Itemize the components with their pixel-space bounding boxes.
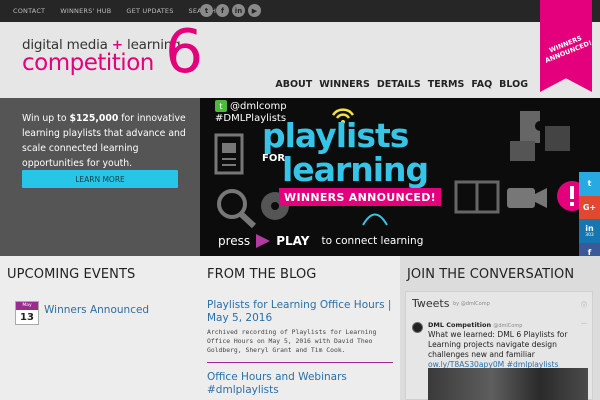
learn-more-button[interactable]: LEARN MORE <box>22 170 178 188</box>
twitter-icon[interactable]: t <box>579 172 600 196</box>
headphones-icon <box>362 213 388 226</box>
nav-terms[interactable]: TERMS <box>428 79 465 90</box>
avatar[interactable] <box>412 322 423 333</box>
top-nav-get-updates[interactable]: GET UPDATES <box>126 7 173 15</box>
main-nav: ABOUT WINNERS DETAILS TERMS FAQ BLOG <box>268 79 528 90</box>
nav-winners[interactable]: WINNERS <box>319 79 370 90</box>
puzzle-icon <box>510 111 570 161</box>
googleplus-icon[interactable]: G+ <box>579 195 600 220</box>
events-column: UPCOMING EVENTS May 13 Winners Announced <box>0 256 200 400</box>
conversation-heading: JOIN THE CONVERSATION <box>407 267 575 282</box>
top-bar: CONTACT WINNERS' HUB GET UPDATES SEARCH … <box>0 0 600 22</box>
linkedin-count: 303 <box>585 232 594 238</box>
video-camera-icon <box>507 188 547 208</box>
linkedin-icon[interactable]: in 303 <box>579 219 600 243</box>
tweets-label: Tweets <box>412 297 450 310</box>
divider <box>207 362 393 363</box>
side-gplus-glyph: G+ <box>582 202 597 212</box>
hero-description: Win up to $125,000 for innovative learni… <box>22 111 190 171</box>
book-icon <box>454 180 500 214</box>
tweet-author[interactable]: DML Competition @dmlComp <box>428 321 522 329</box>
tweet-photo[interactable] <box>428 368 588 400</box>
top-social-icons: t f in ▶ <box>200 4 261 17</box>
blog-post-excerpt: Archived recording of Playlists for Lear… <box>207 328 377 354</box>
calendar-month: May <box>16 302 38 310</box>
banner-connect-text: to connect learning <box>321 235 424 247</box>
banner-press-play: press PLAY to connect learning <box>218 234 423 248</box>
info-icon[interactable]: ⓘ <box>581 300 587 309</box>
logo-competition[interactable]: competition <box>22 50 154 76</box>
nav-about[interactable]: ABOUT <box>275 79 312 90</box>
youtube-icon[interactable]: ▶ <box>248 4 261 17</box>
facebook-icon[interactable]: f <box>216 4 229 17</box>
nav-faq[interactable]: FAQ <box>471 79 492 90</box>
banner-twitter-handle: t @dmlcomp <box>215 100 287 112</box>
magnifier-icon <box>217 189 257 229</box>
tweet-body: What we learned: DML 6 Playlists for Lea… <box>428 330 568 359</box>
blog-heading: FROM THE BLOG <box>207 267 317 282</box>
blog-post-title[interactable]: Playlists for Learning Office Hours | Ma… <box>207 299 395 325</box>
tweet-author-handle: @dmlComp <box>493 323 523 329</box>
more-icon[interactable]: ··· <box>581 321 587 328</box>
linkedin-icon[interactable]: in <box>232 4 245 17</box>
blog-column: FROM THE BLOG Playlists for Learning Off… <box>200 256 400 400</box>
hero-banner[interactable]: t @dmlcomp #DMLPlaylists playlists FOR l… <box>200 98 600 256</box>
hero-promo: Win up to $125,000 for innovative learni… <box>0 98 200 256</box>
top-nav-contact[interactable]: CONTACT <box>13 7 45 15</box>
tweets-by[interactable]: by @dmlComp <box>453 301 490 307</box>
logo-number[interactable]: 6 <box>165 22 203 82</box>
calendar-icon: May 13 <box>15 301 39 325</box>
top-nav-winners-hub[interactable]: WINNERS' HUB <box>60 7 111 15</box>
hero-prize-amount: $125,000 <box>69 113 119 124</box>
nav-blog[interactable]: BLOG <box>499 79 528 90</box>
document-icon <box>214 133 244 175</box>
twitter-icon: t <box>215 100 227 112</box>
banner-winners-announced: WINNERS ANNOUNCED! <box>279 188 441 206</box>
twitter-timeline[interactable]: Tweets by @dmlComp ⓘ DML Competition @dm… <box>405 291 593 400</box>
play-icon <box>256 234 271 248</box>
tweet-text: What we learned: DML 6 Playlists for Lea… <box>428 330 588 370</box>
twitter-icon[interactable]: t <box>200 4 213 17</box>
blog-post-title[interactable]: Office Hours and Webinars #dmlplaylists <box>207 371 395 397</box>
banner-title-learning: learning <box>282 150 429 189</box>
banner-handle-text: @dmlcomp <box>230 100 287 112</box>
side-linkedin-glyph: in <box>585 223 594 233</box>
event-link[interactable]: Winners Announced <box>44 304 149 316</box>
events-heading: UPCOMING EVENTS <box>7 267 136 282</box>
side-twitter-glyph: t <box>587 179 592 189</box>
conversation-column: JOIN THE CONVERSATION Tweets by @dmlComp… <box>400 256 600 400</box>
site-header: digital media + learning competition 6 A… <box>0 22 600 98</box>
banner-press-word: press <box>218 234 251 248</box>
tweet-author-name: DML Competition <box>428 321 492 329</box>
hero-text-a: Win up to <box>22 113 70 124</box>
banner-play-word: PLAY <box>276 234 310 248</box>
nav-details[interactable]: DETAILS <box>377 79 421 90</box>
calendar-day: 13 <box>20 312 34 323</box>
